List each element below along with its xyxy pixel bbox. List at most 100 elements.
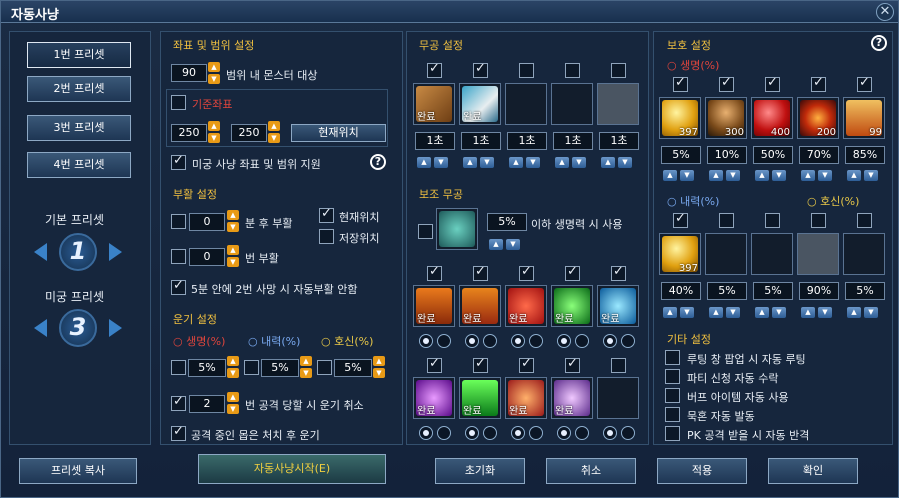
buff5-radio-a[interactable] [603,334,617,348]
potion-slot-3[interactable]: 400 [751,97,793,139]
p2-up-arrow[interactable]: ▲ [709,170,723,181]
aux-skill-checkbox[interactable] [418,224,433,239]
miggung-support-checkbox[interactable] [171,153,186,170]
buff1-radio-b[interactable] [437,334,451,348]
delay-1-up-arrow[interactable]: ▲ [417,157,431,168]
p5-down-arrow[interactable]: ▼ [864,170,878,181]
coord-x-spinner[interactable]: ▲ ▼ [208,121,220,143]
basic-next-arrow-icon[interactable] [109,243,122,261]
delay-1-down-arrow[interactable]: ▼ [434,157,448,168]
potion-slot-1[interactable]: 397 [659,97,701,139]
preset-1-button[interactable]: 1번 프리셋 [27,42,131,68]
skill-slot-4[interactable] [551,83,593,125]
skill-slot-5[interactable] [597,83,639,125]
delay-3-up-arrow[interactable]: ▲ [509,157,523,168]
buff-row2-slot-5[interactable] [597,377,639,419]
buff-row2-slot-2[interactable]: 완료 [459,377,501,419]
buff10-radio-b[interactable] [621,426,635,440]
ungi-inner-checkbox[interactable] [244,360,259,375]
coord-y-input[interactable]: 250 [231,124,267,142]
inner-2-checkbox[interactable] [719,213,734,228]
p1-down-arrow[interactable]: ▼ [680,170,694,181]
i1-up-arrow[interactable]: ▲ [663,307,677,318]
revive-minutes-spinner[interactable]: ▲ ▼ [227,210,239,232]
buff-row2-checkbox-3[interactable] [519,356,534,373]
apply-button[interactable]: 적용 [657,458,747,484]
p2-down-arrow[interactable]: ▼ [726,170,740,181]
buff7-radio-b[interactable] [483,426,497,440]
coord-x-input[interactable]: 250 [171,124,207,142]
g2-up-arrow[interactable]: ▲ [847,307,861,318]
close-button[interactable]: ✕ [876,3,894,21]
inner-1-percent[interactable]: 40% [661,282,701,300]
skill-delay-2[interactable]: 1초 [461,132,501,150]
range-input[interactable]: 90 [171,64,207,82]
aux-percent-input[interactable]: 5% [487,213,527,231]
buff-row1-checkbox-3[interactable] [519,264,534,281]
buff4-radio-a[interactable] [557,334,571,348]
ungi-cancel-spinner[interactable]: ▲ ▼ [227,392,239,414]
guard-slot-1[interactable] [797,233,839,275]
range-help-icon[interactable]: ? [370,154,386,170]
potion-2-checkbox[interactable] [719,75,734,92]
potion-5-percent[interactable]: 85% [845,146,885,164]
ungi-guard-input[interactable]: 5% [334,359,372,377]
buff2-radio-a[interactable] [465,334,479,348]
delay-4-down-arrow[interactable]: ▼ [572,157,586,168]
i3-down-arrow[interactable]: ▼ [772,307,786,318]
buff-row1-checkbox-5[interactable] [611,264,626,281]
delay-5-up-arrow[interactable]: ▲ [601,157,615,168]
ungi-guard-spinner[interactable]: ▲ ▼ [373,356,385,378]
protect-help-icon[interactable]: ? [871,35,887,51]
revive-times-input[interactable]: 0 [189,248,225,266]
auto-revive-off-checkbox[interactable] [171,278,186,295]
potion-2-percent[interactable]: 10% [707,146,747,164]
skill-slot-2[interactable]: 완료 [459,83,501,125]
buff-row2-slot-3[interactable]: 완료 [505,377,547,419]
buff-row1-slot-3[interactable]: 완료 [505,285,547,327]
coord-y-spinner[interactable]: ▲ ▼ [268,121,280,143]
potion-5-checkbox[interactable] [857,75,872,92]
g2-down-arrow[interactable]: ▼ [864,307,878,318]
inner-1-checkbox[interactable] [673,211,688,228]
cancel-button[interactable]: 취소 [546,458,636,484]
buff5-radio-b[interactable] [621,334,635,348]
inner-slot-1[interactable]: 397 [659,233,701,275]
miggung-next-arrow-icon[interactable] [109,319,122,337]
copy-preset-button[interactable]: 프리셋 복사 [19,458,137,484]
potion-3-percent[interactable]: 50% [753,146,793,164]
buff10-radio-a[interactable] [603,426,617,440]
potion-4-checkbox[interactable] [811,75,826,92]
buff9-radio-a[interactable] [557,426,571,440]
basic-prev-arrow-icon[interactable] [34,243,47,261]
p4-up-arrow[interactable]: ▲ [801,170,815,181]
skill-slot-1-checkbox[interactable] [427,61,442,78]
buff7-radio-a[interactable] [465,426,479,440]
inner-3-percent[interactable]: 5% [753,282,793,300]
g1-up-arrow[interactable]: ▲ [801,307,815,318]
preset-4-button[interactable]: 4번 프리셋 [27,152,131,178]
buff3-radio-a[interactable] [511,334,525,348]
start-auto-hunt-button[interactable]: 자동사냥시작(E) [198,454,386,484]
buff-row2-checkbox-5[interactable] [611,358,626,373]
buff-row2-slot-4[interactable]: 완료 [551,377,593,419]
delay-2-up-arrow[interactable]: ▲ [463,157,477,168]
aux-skill-slot[interactable] [436,208,478,250]
i2-down-arrow[interactable]: ▼ [726,307,740,318]
ungi-guard-checkbox[interactable] [317,360,332,375]
guard-2-percent[interactable]: 5% [845,282,885,300]
g1-down-arrow[interactable]: ▼ [818,307,832,318]
base-coord-checkbox[interactable] [171,95,186,110]
potion-slot-2[interactable]: 300 [705,97,747,139]
buff8-radio-b[interactable] [529,426,543,440]
potion-3-checkbox[interactable] [765,75,780,92]
delay-4-up-arrow[interactable]: ▲ [555,157,569,168]
p1-up-arrow[interactable]: ▲ [663,170,677,181]
revive-saved-pos-checkbox[interactable] [319,229,334,244]
potion-1-checkbox[interactable] [673,75,688,92]
delay-2-down-arrow[interactable]: ▼ [480,157,494,168]
aux-up-arrow[interactable]: ▲ [489,239,503,250]
p3-down-arrow[interactable]: ▼ [772,170,786,181]
mukhon-checkbox[interactable] [665,407,680,422]
buff1-radio-a[interactable] [419,334,433,348]
